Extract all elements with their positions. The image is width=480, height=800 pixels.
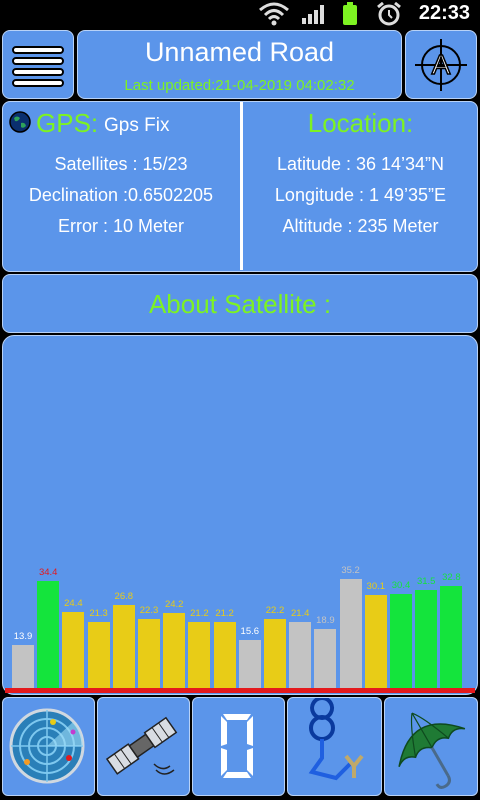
gps-title: GPS:	[36, 108, 99, 138]
satellite-bar	[415, 590, 438, 688]
satellite-button[interactable]	[97, 697, 190, 796]
satellite-bar	[238, 639, 261, 688]
route-button[interactable]	[287, 696, 382, 796]
clock: 22:33	[418, 2, 470, 24]
signal-icon	[302, 5, 324, 24]
satellite-bar-label: 35.2	[341, 564, 360, 576]
globe-icon	[9, 111, 31, 133]
satellite-icon	[105, 716, 178, 775]
satellite-bar	[12, 644, 34, 688]
satellite-bar-label: 34.4	[38, 567, 58, 579]
satellite-bar	[138, 618, 160, 688]
satellite-bar	[163, 612, 186, 688]
satellite-bar-label: 13.9	[13, 630, 33, 642]
latitude-value: Latitude : 36 14’34”N	[276, 154, 445, 174]
satellite-bar	[339, 578, 362, 688]
satellite-bar	[314, 629, 337, 688]
satellite-bar-label: 32.8	[442, 572, 461, 584]
gps-status: Gps Fix	[104, 115, 170, 136]
declination-value: Declination :0.6502205	[28, 185, 214, 205]
hamburger-icon	[12, 46, 64, 87]
satellite-bar-label: 18.9	[316, 615, 335, 627]
wifi-icon	[259, 2, 289, 26]
satellite-bar	[87, 621, 110, 688]
satellite-bar-label: 21.3	[89, 607, 108, 619]
header-panel: Unnamed Road Last updated:21-04-2019 04:…	[77, 30, 402, 99]
satellite-bar	[188, 622, 211, 688]
umbrella-icon	[398, 712, 466, 789]
last-updated: Last updated:21-04-2019 04:02:32	[124, 77, 355, 94]
satellite-bar	[390, 593, 412, 688]
about-satellite-panel: About Satellite :	[2, 274, 478, 333]
digital-zero-icon	[221, 714, 253, 778]
route-icon	[308, 696, 364, 781]
digital-display-button[interactable]	[192, 697, 285, 796]
page-title: Unnamed Road	[144, 37, 335, 67]
compass-button[interactable]: A	[405, 30, 477, 99]
status-bar: 22:33	[0, 0, 480, 27]
satellite-bar	[440, 586, 463, 688]
menu-button[interactable]	[2, 30, 74, 99]
longitude-value: Longitude : 1 49’35”E	[274, 185, 447, 205]
satellite-bar	[112, 604, 135, 688]
alarm-icon	[377, 2, 401, 26]
satellite-bar	[364, 594, 387, 688]
satellite-bar	[213, 622, 236, 688]
satellite-bar	[62, 612, 85, 688]
battery-icon	[343, 2, 357, 25]
satellite-bar	[264, 619, 286, 688]
weather-button[interactable]	[384, 697, 478, 796]
satellite-bar-label: 15.6	[240, 625, 260, 637]
satellite-bar	[37, 581, 60, 688]
altitude-value: Altitude : 235 Meter	[282, 216, 439, 236]
compass-icon: A	[415, 39, 467, 91]
about-satellite-title: About Satellite :	[148, 289, 332, 319]
location-title: Location:	[307, 108, 414, 138]
chart-baseline	[5, 688, 475, 693]
satellites-count: Satellites : 15/23	[54, 154, 188, 174]
satellite-bar	[289, 621, 312, 688]
satellite-bar-label: 21.2	[215, 608, 234, 620]
error-value: Error : 10 Meter	[57, 216, 185, 236]
radar-icon	[9, 708, 85, 784]
radar-button[interactable]	[2, 697, 95, 796]
satellite-bar-label: 26.8	[114, 590, 134, 602]
svg-text:A: A	[432, 49, 451, 80]
